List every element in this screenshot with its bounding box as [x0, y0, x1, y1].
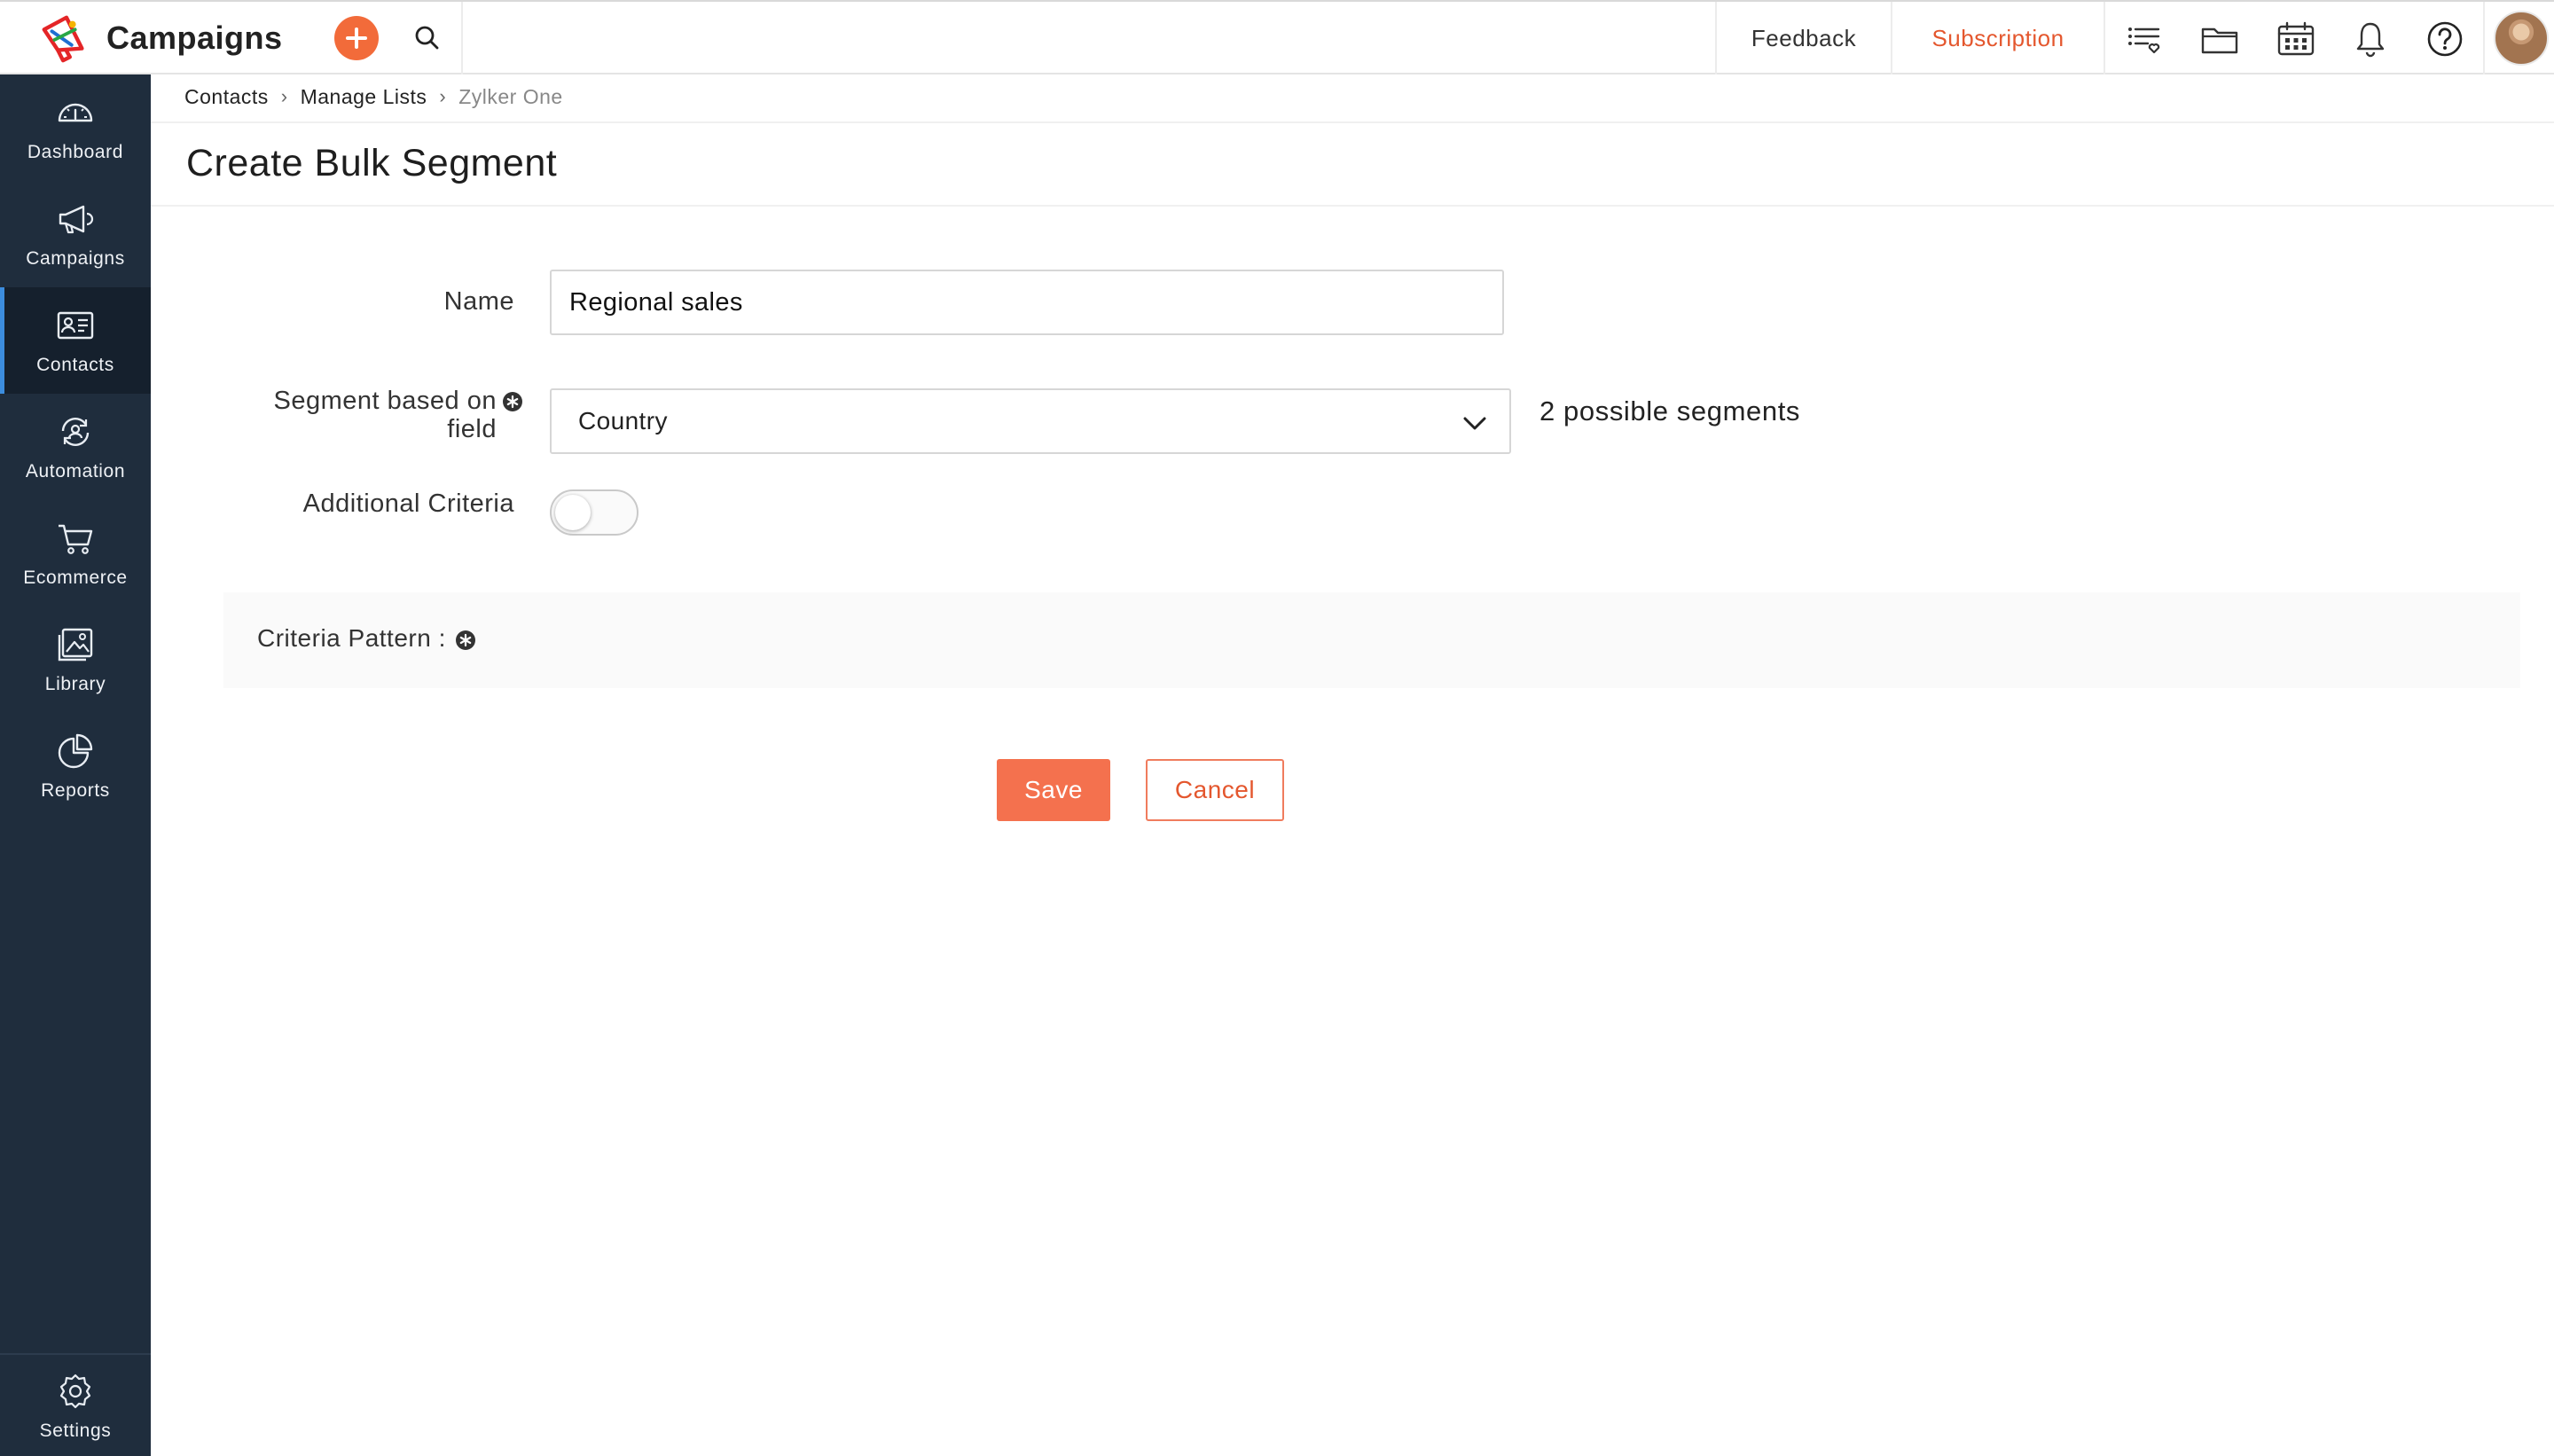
breadcrumb-manage-lists[interactable]: Manage Lists	[301, 85, 427, 109]
image-library-icon	[58, 628, 93, 661]
chevron-right-icon: ›	[280, 85, 288, 107]
sidebar-item-label: Dashboard	[27, 142, 124, 162]
help-icon	[2427, 21, 2463, 57]
segment-name-input[interactable]	[550, 270, 1504, 335]
gauge-icon	[58, 103, 93, 122]
sidebar-item-ecommerce[interactable]: Ecommerce	[0, 500, 151, 607]
divider	[2104, 2, 2105, 74]
save-button[interactable]: Save	[997, 759, 1110, 821]
page-title: Create Bulk Segment	[186, 142, 558, 184]
megaphone-logo-icon	[42, 15, 84, 63]
search-icon	[415, 26, 439, 50]
breadcrumb: Contacts › Manage Lists › Zylker One	[184, 83, 563, 110]
sidebar-item-automation[interactable]: Automation	[0, 394, 151, 500]
segment-field-value: Country	[578, 407, 668, 434]
sidebar: Dashboard Campaigns Contacts Automation	[0, 74, 151, 1456]
search-button[interactable]	[410, 20, 445, 56]
help-button[interactable]	[2423, 17, 2467, 61]
brand[interactable]: Campaigns	[37, 9, 283, 67]
segment-field-label: Segment based on field	[213, 387, 523, 443]
chevron-down-icon	[1463, 417, 1486, 430]
cancel-button[interactable]: Cancel	[1146, 759, 1284, 821]
app-name: Campaigns	[106, 20, 283, 56]
segment-field-select[interactable]: Country	[550, 388, 1511, 454]
divider	[461, 2, 463, 74]
gear-icon	[59, 1374, 91, 1408]
calendar-button[interactable]	[2274, 17, 2318, 61]
additional-criteria-toggle[interactable]	[550, 489, 638, 536]
add-button[interactable]	[334, 16, 379, 60]
top-bar: Campaigns Feedback Subscription	[0, 0, 2554, 74]
megaphone-icon	[59, 205, 94, 234]
contact-card-icon	[57, 311, 94, 340]
sidebar-item-dashboard[interactable]: Dashboard	[0, 74, 151, 181]
divider	[151, 121, 2554, 123]
sidebar-item-label: Contacts	[36, 355, 114, 375]
list-heart-icon	[2128, 27, 2160, 54]
folder-icon	[2201, 27, 2238, 54]
folder-button[interactable]	[2198, 17, 2242, 61]
divider	[0, 1353, 151, 1355]
bell-icon	[2356, 22, 2385, 58]
sidebar-item-label: Reports	[41, 780, 110, 801]
subscription-link[interactable]: Subscription	[1892, 2, 2104, 74]
calendar-icon	[2277, 21, 2315, 56]
help-info-icon[interactable]	[502, 391, 523, 412]
breadcrumb-contacts[interactable]: Contacts	[184, 85, 269, 109]
name-label: Name	[443, 287, 514, 316]
divider	[2483, 2, 2485, 74]
sidebar-item-contacts[interactable]: Contacts	[0, 287, 151, 394]
sidebar-item-label: Settings	[39, 1420, 112, 1441]
sidebar-item-label: Campaigns	[26, 248, 125, 269]
notifications-button[interactable]	[2348, 17, 2393, 61]
segment-field-label-line1: Segment based on	[273, 387, 497, 415]
criteria-pattern-panel: Criteria Pattern :	[223, 592, 2520, 688]
sidebar-item-reports[interactable]: Reports	[0, 713, 151, 819]
plus-icon	[346, 27, 367, 49]
sidebar-item-label: Ecommerce	[23, 568, 128, 588]
help-info-icon[interactable]	[455, 630, 476, 651]
criteria-pattern-label: Criteria Pattern :	[257, 624, 476, 653]
cart-icon	[59, 524, 93, 554]
feedback-link[interactable]: Feedback	[1717, 2, 1891, 74]
sidebar-item-library[interactable]: Library	[0, 607, 151, 713]
segment-field-label-line2: field	[447, 415, 497, 443]
toggle-knob	[555, 495, 591, 530]
sidebar-item-settings[interactable]: Settings	[0, 1356, 151, 1456]
automation-icon	[61, 418, 90, 446]
list-heart-button[interactable]	[2121, 17, 2166, 61]
avatar[interactable]	[2494, 11, 2549, 66]
pie-chart-icon	[58, 733, 93, 769]
breadcrumb-current-list: Zylker One	[458, 84, 563, 108]
possible-segments-text: 2 possible segments	[1539, 395, 1801, 427]
chevron-right-icon: ›	[439, 85, 447, 107]
divider	[151, 205, 2554, 207]
criteria-pattern-text: Criteria Pattern :	[257, 624, 446, 652]
sidebar-item-campaigns[interactable]: Campaigns	[0, 181, 151, 287]
additional-criteria-label: Additional Criteria	[302, 489, 514, 518]
sidebar-item-label: Library	[44, 674, 106, 694]
sidebar-item-label: Automation	[25, 461, 126, 481]
